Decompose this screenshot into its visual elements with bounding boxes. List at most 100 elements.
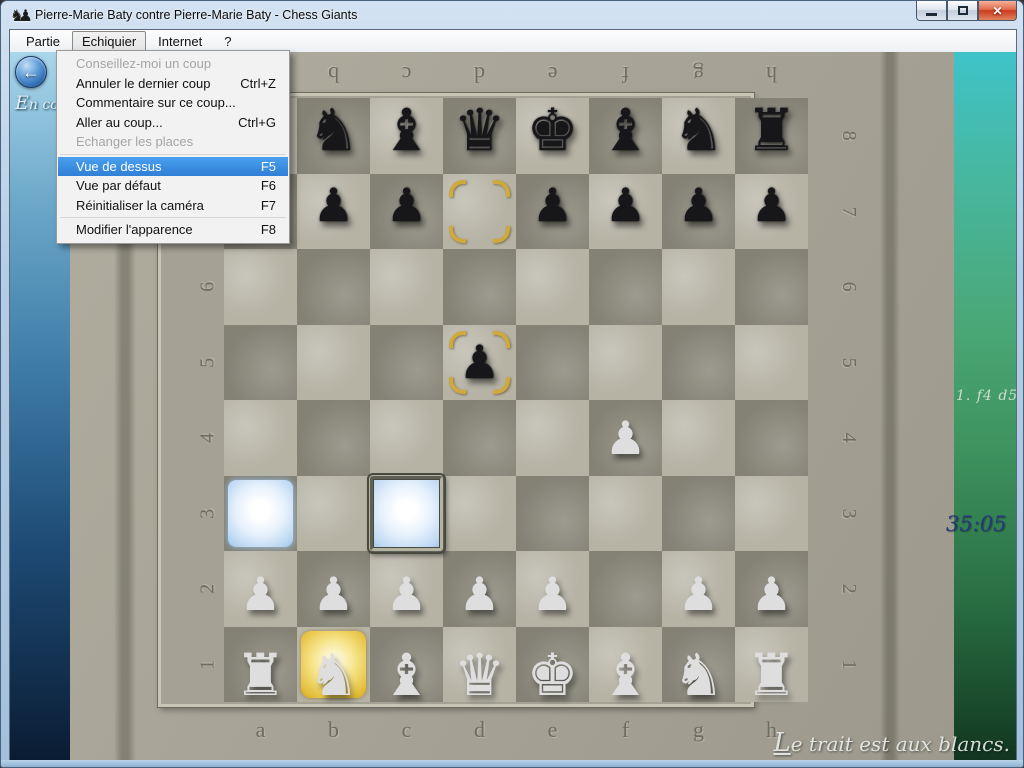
square-e6[interactable] <box>516 249 589 325</box>
piece-black-knight-b8[interactable]: ♞ <box>297 92 370 168</box>
rank-label-left-6: 6 <box>170 273 246 301</box>
menu-item-echanger-les-places[interactable]: Echanger les places <box>58 132 288 152</box>
piece-black-pawn-e7[interactable]: ♟ <box>516 168 589 244</box>
piece-black-pawn-g7[interactable]: ♟ <box>662 168 735 244</box>
piece-white-rook-h1[interactable]: ♜ <box>735 638 808 714</box>
piece-black-rook-h8[interactable]: ♜ <box>735 92 808 168</box>
square-e3[interactable] <box>516 476 589 552</box>
menubar-item-?[interactable]: ? <box>214 31 241 52</box>
piece-black-bishop-c8[interactable]: ♝ <box>370 92 443 168</box>
square-f5[interactable] <box>589 325 662 401</box>
piece-black-pawn-d5[interactable]: ♟ <box>443 325 516 401</box>
piece-white-pawn-b2[interactable]: ♟ <box>297 556 370 632</box>
rank-label-left-5: 5 <box>170 348 246 376</box>
piece-black-pawn-c7[interactable]: ♟ <box>370 168 443 244</box>
square-d3[interactable] <box>443 476 516 552</box>
piece-black-pawn-b7[interactable]: ♟ <box>297 168 370 244</box>
square-h6[interactable] <box>735 249 808 325</box>
rank-label-right-6: 6 <box>810 273 886 301</box>
menu-item-annuler-le-dernier-coup[interactable]: Annuler le dernier coupCtrl+Z <box>58 74 288 94</box>
square-c5[interactable] <box>370 325 443 401</box>
piece-white-pawn-g2[interactable]: ♟ <box>662 556 735 632</box>
back-button[interactable]: ← <box>15 56 47 88</box>
file-label-bottom-e: e <box>516 716 589 744</box>
square-g4[interactable] <box>662 400 735 476</box>
piece-white-queen-d1[interactable]: ♛ <box>443 638 516 714</box>
menu-item-conseillez-moi-un-coup[interactable]: Conseillez-moi un coup <box>58 54 288 74</box>
menu-item-label: Vue par défaut <box>76 178 161 193</box>
square-f2[interactable] <box>589 551 662 627</box>
menu-item-label: Commentaire sur ce coup... <box>76 95 236 110</box>
maximize-button[interactable] <box>947 1 978 21</box>
square-g5[interactable] <box>662 325 735 401</box>
piece-white-rook-a1[interactable]: ♜ <box>224 638 297 714</box>
file-label-top-f: f <box>589 60 662 88</box>
menubar-item-partie[interactable]: Partie <box>16 31 70 52</box>
menu-item-aller-au-coup[interactable]: Aller au coup...Ctrl+G <box>58 113 288 133</box>
piece-white-pawn-d2[interactable]: ♟ <box>443 556 516 632</box>
menubar-item-echiquier[interactable]: Echiquier <box>72 31 146 52</box>
last-move-from-d7[interactable] <box>443 174 516 250</box>
piece-white-knight-g1[interactable]: ♞ <box>662 638 735 714</box>
square-d6[interactable] <box>443 249 516 325</box>
square-h5[interactable] <box>735 325 808 401</box>
piece-white-pawn-c2[interactable]: ♟ <box>370 556 443 632</box>
square-b3[interactable] <box>297 476 370 552</box>
menu-item-label: Echanger les places <box>76 134 193 149</box>
piece-black-king-e8[interactable]: ♚ <box>516 92 589 168</box>
piece-black-pawn-f7[interactable]: ♟ <box>589 168 662 244</box>
piece-white-pawn-f4[interactable]: ♟ <box>589 400 662 476</box>
menubar-item-internet[interactable]: Internet <box>148 31 212 52</box>
piece-white-pawn-h2[interactable]: ♟ <box>735 556 808 632</box>
piece-white-bishop-f1[interactable]: ♝ <box>589 638 662 714</box>
piece-white-king-e1[interactable]: ♚ <box>516 638 589 714</box>
minimize-icon <box>926 13 937 16</box>
square-b5[interactable] <box>297 325 370 401</box>
game-clock: 35:05 <box>946 512 1016 536</box>
square-f6[interactable] <box>589 249 662 325</box>
square-c4[interactable] <box>370 400 443 476</box>
rank-label-right-4: 4 <box>810 424 886 452</box>
menu-item-commentaire-sur-ce-coup[interactable]: Commentaire sur ce coup... <box>58 93 288 113</box>
square-c6[interactable] <box>370 249 443 325</box>
square-h3[interactable] <box>735 476 808 552</box>
piece-black-queen-d8[interactable]: ♛ <box>443 92 516 168</box>
menu-item-r-initialiser-la-cam-ra[interactable]: Réinitialiser la caméraF7 <box>58 196 288 216</box>
piece-white-pawn-a2[interactable]: ♟ <box>224 556 297 632</box>
close-button[interactable]: ✕ <box>978 1 1017 21</box>
square-b6[interactable] <box>297 249 370 325</box>
legal-move-square-a3[interactable] <box>228 480 293 547</box>
menu-item-shortcut: Ctrl+Z <box>240 76 276 91</box>
rank-label-right-2: 2 <box>810 575 886 603</box>
file-label-bottom-b: b <box>297 716 370 744</box>
piece-black-pawn-h7[interactable]: ♟ <box>735 168 808 244</box>
square-f3[interactable] <box>589 476 662 552</box>
piece-white-pawn-e2[interactable]: ♟ <box>516 556 589 632</box>
piece-white-bishop-c1[interactable]: ♝ <box>370 638 443 714</box>
menu-item-modifier-l-apparence[interactable]: Modifier l'apparenceF8 <box>58 220 288 240</box>
minimize-button[interactable] <box>916 1 947 21</box>
square-b4[interactable] <box>297 400 370 476</box>
menu-item-shortcut: F6 <box>261 178 276 193</box>
file-label-bottom-c: c <box>370 716 443 744</box>
window-title: Pierre-Marie Baty contre Pierre-Marie Ba… <box>35 8 357 22</box>
rank-label-right-5: 5 <box>810 348 886 376</box>
square-e4[interactable] <box>516 400 589 476</box>
menu-item-label: Vue de dessus <box>76 159 162 174</box>
menu-item-vue-de-dessus[interactable]: Vue de dessus F5 <box>58 157 288 177</box>
square-g6[interactable] <box>662 249 735 325</box>
menu-item-vue-par-d-faut[interactable]: Vue par défaut F6 <box>58 176 288 196</box>
menu-item-label: Aller au coup... <box>76 115 163 130</box>
piece-black-bishop-f8[interactable]: ♝ <box>589 92 662 168</box>
square-d4[interactable] <box>443 400 516 476</box>
square-e5[interactable] <box>516 325 589 401</box>
cursor-square-c3[interactable] <box>368 474 445 553</box>
square-h4[interactable] <box>735 400 808 476</box>
rank-label-right-7: 7 <box>810 197 886 225</box>
file-label-bottom-a: a <box>224 716 297 744</box>
piece-white-knight-b1[interactable]: ♞ <box>297 638 370 714</box>
rank-label-right-3: 3 <box>810 499 886 527</box>
square-g3[interactable] <box>662 476 735 552</box>
piece-black-knight-g8[interactable]: ♞ <box>662 92 735 168</box>
menu-item-shortcut: F5 <box>261 159 276 174</box>
